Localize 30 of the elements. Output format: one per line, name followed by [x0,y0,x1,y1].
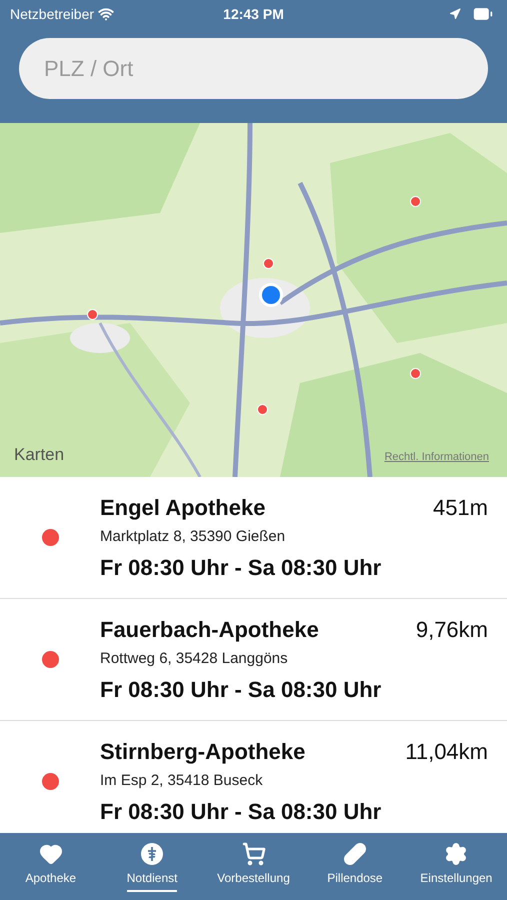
pharmacy-address: Marktplatz 8, 35390 Gießen [100,527,286,548]
tab-bar-item[interactable]: Pillendose [304,833,406,900]
wifi-icon [98,6,114,22]
search-field[interactable]: PLZ / Ort [19,38,488,99]
caduceus-icon [140,842,164,866]
distance-text: 451m [432,494,488,522]
tab-bar-item[interactable]: Apotheke [0,833,102,900]
carrier-name: Netzbetreiber [10,4,94,24]
pharmacy-name: Fauerbach-Apotheke [100,616,319,644]
pharmacy-name: Stirnberg-Apotheke [100,738,306,766]
location-arrow-icon [449,8,462,20]
pharmacy-name: Engel Apotheke [100,494,266,522]
pharmacy-row[interactable]: Engel Apotheke 451m Marktplatz 8, 35390 Gießen Fr 08:30 Uhr - Sa 08:30 Uhr [0,477,507,599]
settings-icon [444,842,468,866]
clock-time: 12:43 PM [223,4,284,24]
tab-bar-item[interactable]: Vorbestellung [202,833,304,900]
opening-hours: Fr 08:30 Uhr - Sa 08:30 Uhr [100,676,382,704]
cart-icon [242,842,266,866]
pharmacy-address: Im Esp 2, 35418 Buseck [100,771,264,792]
tab-bar-item[interactable]: Notdienst [101,833,203,900]
tab-bar-item[interactable]: Einstellungen [406,833,507,900]
opening-hours: Fr 08:30 Uhr - Sa 08:30 Uhr [100,798,382,826]
maps-logo-text: Karten [14,444,64,466]
distance-text: 9,76km [416,616,488,644]
opening-hours: Fr 08:30 Uhr - Sa 08:30 Uhr [100,554,382,582]
pharmacy-address: Rottweg 6, 35428 Langgöns [100,649,289,670]
pill-icon [342,842,367,866]
pharmacy-row[interactable]: Fauerbach-Apotheke 9,76km Rottweg 6, 35428 Langgöns Fr 08:30 Uhr - Sa 08:30 Uhr [0,599,507,721]
legal-link[interactable]: Rechtl. Informationen [384,448,489,465]
distance-text: 11,04km [405,738,488,766]
